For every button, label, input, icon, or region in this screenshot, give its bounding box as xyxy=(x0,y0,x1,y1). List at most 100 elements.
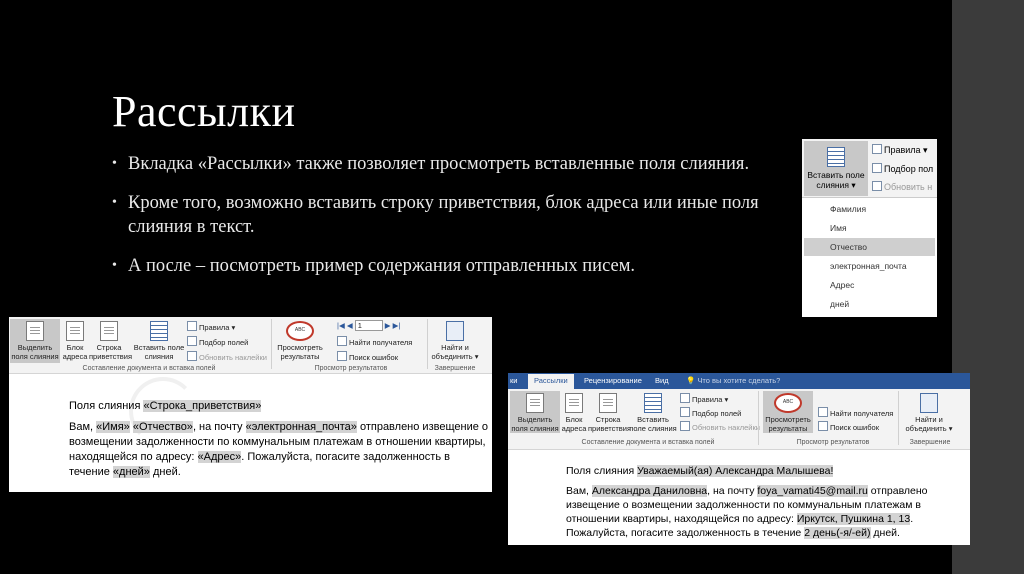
preview-results-button[interactable]: Просмотреть результаты xyxy=(275,321,325,361)
merge-field-days: 2 день(-я/-ей) xyxy=(804,527,871,539)
first-record-icon[interactable]: |◀ xyxy=(337,321,345,330)
update-labels-icon xyxy=(187,351,197,361)
highlight-fields-button[interactable]: Выделить поля слияния xyxy=(510,393,560,433)
ribbon-tabs: ки Рассылки Рецензирование Вид 💡 Что вы … xyxy=(508,373,970,389)
insert-merge-field-button[interactable]: Вставить поле слияния ▾ xyxy=(804,141,868,196)
line-prefix: Поля слияния xyxy=(566,465,635,477)
group-divider xyxy=(271,319,272,369)
group-divider xyxy=(898,391,899,445)
merge-field-name: Александра Даниловна xyxy=(591,485,708,497)
group-label-preview: Просмотр результатов xyxy=(314,365,388,372)
mailings-ribbon: Выделить поля слияния Блок адреса Строка… xyxy=(508,389,970,450)
group-divider xyxy=(427,319,428,369)
preview-results-icon xyxy=(286,321,314,341)
insert-field-icon xyxy=(644,393,662,413)
check-errors-icon xyxy=(818,421,828,431)
dropdown-ribbon: Вставить поле слияния ▾ Правила ▾ Подбор… xyxy=(802,139,937,198)
menu-item-patronymic[interactable]: Отчество xyxy=(804,238,935,256)
insert-field-icon xyxy=(150,321,168,341)
rules-button[interactable]: Правила ▾ xyxy=(680,393,728,404)
merge-field-greeting: Уважаемый(ая) Александра Малышева! xyxy=(637,465,834,477)
next-record-icon[interactable]: ▶ xyxy=(385,321,391,330)
update-labels-icon xyxy=(872,181,882,191)
group-divider xyxy=(758,391,759,445)
find-recipient-icon xyxy=(337,336,347,346)
bullet-item: Кроме того, возможно вставить строку при… xyxy=(112,191,792,239)
address-block-button[interactable]: Блок адреса xyxy=(61,321,89,361)
mailings-ribbon: Выделить поля слияния Блок адреса Строка… xyxy=(9,317,492,374)
text-run: дней. xyxy=(873,527,900,539)
insert-merge-field-button[interactable]: Вставить поле слияния xyxy=(628,393,678,433)
highlight-fields-icon xyxy=(26,321,44,341)
update-labels-button[interactable]: Обновить наклейки xyxy=(187,351,267,362)
check-errors-button[interactable]: Поиск ошибок xyxy=(818,421,879,432)
greeting-line-icon xyxy=(100,321,118,341)
rules-icon xyxy=(680,393,690,403)
address-block-icon xyxy=(565,393,583,413)
find-recipient-button[interactable]: Найти получателя xyxy=(337,336,412,347)
rules-icon xyxy=(872,144,882,154)
rules-icon xyxy=(187,321,197,331)
group-label-compose: Составление документа и вставка полей xyxy=(581,439,715,446)
text-run: Вам, xyxy=(69,421,94,433)
address-block-button[interactable]: Блок адреса xyxy=(560,393,588,433)
group-label-compose: Составление документа и вставка полей xyxy=(82,365,216,372)
text-run: дней. xyxy=(152,466,181,478)
update-labels-button[interactable]: Обновить наклейки xyxy=(680,421,760,432)
tab-partial[interactable]: ки xyxy=(510,376,517,385)
text-run: , на почту xyxy=(707,485,755,497)
menu-item-name[interactable]: Имя xyxy=(804,219,935,237)
finish-merge-icon xyxy=(920,393,938,413)
tab-view[interactable]: Вид xyxy=(655,376,669,385)
menu-item-days[interactable]: дней xyxy=(804,295,935,313)
merge-field-days: «дней» xyxy=(112,466,150,478)
finish-merge-button[interactable]: Найти и объединить ▾ xyxy=(904,393,954,433)
document-text-1: Поля слияния «Строка_приветствия» Вам, «… xyxy=(69,399,489,480)
find-recipient-button[interactable]: Найти получателя xyxy=(818,407,893,418)
word-screenshot-1: Выделить поля слияния Блок адреса Строка… xyxy=(9,317,492,492)
rules-button[interactable]: Правила ▾ xyxy=(872,144,928,155)
line-prefix: Поля слияния xyxy=(69,400,141,412)
finish-merge-icon xyxy=(446,321,464,341)
merge-field-address: Иркутск, Пушкина 1, 13 xyxy=(796,513,911,525)
check-errors-icon xyxy=(337,351,347,361)
rules-button[interactable]: Правила ▾ xyxy=(187,321,235,332)
tell-me-search[interactable]: 💡 Что вы хотите сделать? xyxy=(686,376,780,385)
match-fields-button[interactable]: Подбор полей xyxy=(680,407,741,418)
menu-item-address[interactable]: Адрес xyxy=(804,276,935,294)
lightbulb-icon: 💡 xyxy=(686,376,696,385)
update-labels-button[interactable]: Обновить н xyxy=(872,181,932,192)
preview-results-button[interactable]: Просмотреть результаты xyxy=(763,393,813,433)
merge-field-name: «Имя» xyxy=(96,421,130,433)
last-record-icon[interactable]: ▶| xyxy=(393,321,401,330)
text-run: Вам, xyxy=(566,485,589,497)
update-labels-icon xyxy=(680,421,690,431)
address-block-icon xyxy=(66,321,84,341)
match-fields-button[interactable]: Подбор полей xyxy=(187,336,248,347)
highlight-fields-icon xyxy=(526,393,544,413)
bullet-list: Вкладка «Рассылки» также позволяет просм… xyxy=(112,152,792,293)
match-fields-button[interactable]: Подбор пол xyxy=(872,163,933,174)
match-fields-icon xyxy=(680,407,690,417)
menu-item-email[interactable]: электронная_почта xyxy=(804,257,935,275)
greeting-line-button[interactable]: Строка приветствия xyxy=(588,393,631,433)
merge-field-email: «электронная_почта» xyxy=(245,421,357,433)
finish-merge-button[interactable]: Найти и объединить ▾ xyxy=(429,321,481,361)
prev-record-icon[interactable]: ◀ xyxy=(347,321,353,330)
greeting-line-button[interactable]: Строка приветствия xyxy=(89,321,132,361)
insert-merge-field-button[interactable]: Вставить поле слияния xyxy=(133,321,185,361)
check-errors-button[interactable]: Поиск ошибок xyxy=(337,351,398,362)
group-label-finish: Завершение xyxy=(909,439,951,446)
bullet-item: Вкладка «Рассылки» также позволяет просм… xyxy=(112,152,792,176)
match-fields-icon xyxy=(872,163,882,173)
document-text-2: Поля слияния Уважаемый(ая) Александра Ма… xyxy=(566,464,966,540)
tab-mailings[interactable]: Рассылки xyxy=(528,374,574,389)
merge-field-patronymic: «Отчество» xyxy=(132,421,193,433)
record-navigator[interactable]: |◀ ◀ 1 ▶ ▶| xyxy=(337,320,400,331)
tab-review[interactable]: Рецензирование xyxy=(584,376,642,385)
highlight-fields-button[interactable]: Выделить поля слияния xyxy=(10,321,60,361)
bullet-item: А после – посмотреть пример содержания о… xyxy=(112,254,792,278)
record-number-input[interactable]: 1 xyxy=(354,320,383,331)
slide-title: Рассылки xyxy=(112,87,296,136)
menu-item-surname[interactable]: Фамилия xyxy=(804,200,935,218)
